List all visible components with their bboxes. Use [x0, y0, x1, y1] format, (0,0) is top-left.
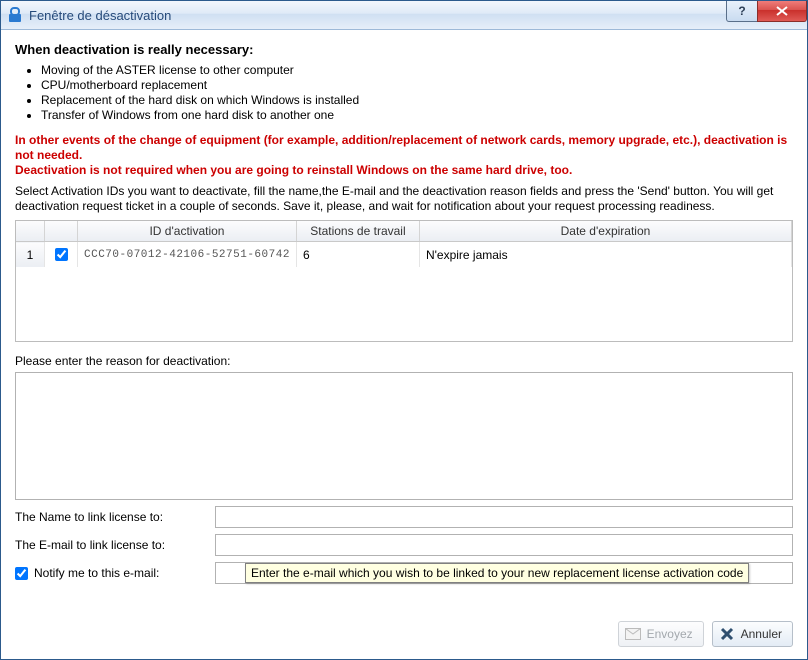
activation-id-cell: CCC70-07012-42106-52751-60742: [78, 242, 297, 268]
help-icon: ?: [738, 4, 745, 18]
row-checkbox[interactable]: [55, 248, 68, 261]
col-header-stations[interactable]: Stations de travail: [296, 221, 419, 242]
title-bar[interactable]: Fenêtre de désactivation ?: [1, 1, 807, 30]
activation-table: ID d'activation Stations de travail Date…: [15, 220, 793, 342]
dialog-window: Fenêtre de désactivation ? When deactiva…: [0, 0, 808, 660]
row-number-header: [16, 221, 45, 242]
list-item: Moving of the ASTER license to other com…: [41, 63, 793, 78]
email-input[interactable]: [215, 534, 793, 556]
cancel-button[interactable]: Annuler: [712, 621, 793, 647]
email-label: The E-mail to link license to:: [15, 538, 215, 552]
tooltip: Enter the e-mail which you wish to be li…: [245, 563, 749, 583]
help-button[interactable]: ?: [726, 1, 758, 22]
name-input[interactable]: [215, 506, 793, 528]
window-buttons: ?: [727, 1, 807, 23]
col-header-expiry[interactable]: Date d'expiration: [419, 221, 791, 242]
send-button-label: Envoyez: [647, 627, 693, 641]
list-item: Transfer of Windows from one hard disk t…: [41, 108, 793, 123]
notify-row: Notify me to this e-mail: Enter the e-ma…: [15, 562, 793, 584]
close-button[interactable]: [757, 1, 807, 22]
close-icon: [776, 6, 788, 16]
window-title: Fenêtre de désactivation: [29, 8, 171, 23]
reasons-list: Moving of the ASTER license to other com…: [41, 63, 793, 123]
reason-textarea[interactable]: [15, 372, 793, 500]
list-item: Replacement of the hard disk on which Wi…: [41, 93, 793, 108]
notify-label: Notify me to this e-mail:: [34, 566, 159, 580]
necessary-heading: When deactivation is really necessary:: [15, 42, 793, 57]
app-icon: [7, 7, 23, 23]
expiry-cell: N'expire jamais: [419, 242, 791, 268]
button-bar: Envoyez Annuler: [1, 611, 807, 659]
row-number-cell: 1: [16, 242, 45, 268]
cancel-icon: [719, 626, 735, 642]
dialog-content: When deactivation is really necessary: M…: [1, 30, 807, 611]
warning-text: In other events of the change of equipme…: [15, 133, 793, 178]
stations-cell: 6: [296, 242, 419, 268]
list-item: CPU/motherboard replacement: [41, 78, 793, 93]
checkbox-header: [45, 221, 78, 242]
mail-icon: [625, 626, 641, 642]
cancel-button-label: Annuler: [741, 627, 782, 641]
name-label: The Name to link license to:: [15, 510, 215, 524]
notify-checkbox[interactable]: [15, 567, 28, 580]
reason-label: Please enter the reason for deactivation…: [15, 354, 793, 368]
instructions-text: Select Activation IDs you want to deacti…: [15, 184, 793, 214]
table-row[interactable]: 1 CCC70-07012-42106-52751-60742 6 N'expi…: [16, 242, 792, 268]
col-header-id[interactable]: ID d'activation: [78, 221, 297, 242]
email-row: The E-mail to link license to:: [15, 534, 793, 556]
name-row: The Name to link license to:: [15, 506, 793, 528]
send-button[interactable]: Envoyez: [618, 621, 704, 647]
